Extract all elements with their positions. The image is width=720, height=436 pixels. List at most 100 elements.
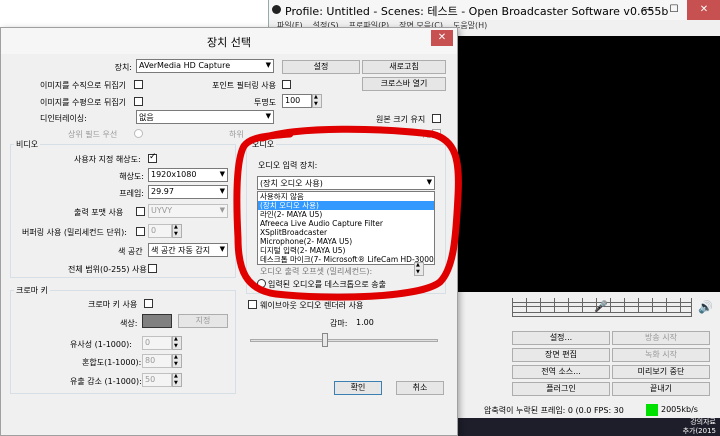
flip-horizontal-checkbox[interactable] xyxy=(134,97,143,106)
speaker-icon[interactable]: 🔊 xyxy=(698,300,713,314)
similarity-input[interactable]: 0 xyxy=(142,336,172,350)
menu-help[interactable]: 도움말(H) xyxy=(453,20,487,34)
deinterlace-select[interactable]: 없음 ▼ xyxy=(136,110,274,124)
obs-app-icon xyxy=(272,5,281,14)
flip-horizontal-label: 이미지를 수평으로 뒤집기 xyxy=(40,98,127,107)
settings-button[interactable]: 설정... xyxy=(512,331,610,345)
minimize-icon[interactable]: — xyxy=(635,0,661,20)
blend-stepper[interactable] xyxy=(172,354,182,368)
bitrate-text: 2005kb/s xyxy=(661,405,698,414)
device-label: 장치: xyxy=(114,63,132,72)
custom-resolution-label: 사용자 지정 해상도: xyxy=(74,155,141,164)
audio-option[interactable]: (장치 오디오 사용) xyxy=(258,201,434,210)
custom-resolution-checkbox[interactable] xyxy=(148,152,157,163)
chevron-down-icon: ▼ xyxy=(219,206,225,214)
flip-vertical-checkbox[interactable] xyxy=(134,80,143,89)
bottom-field-label: 하위 xyxy=(229,130,244,139)
opacity-label: 투명도 xyxy=(254,98,277,107)
close-icon[interactable]: ✕ xyxy=(687,0,720,20)
audio-option[interactable]: 사용하지 않음 xyxy=(258,192,434,201)
spill-reduction-stepper[interactable] xyxy=(172,373,182,387)
audio-option[interactable]: Afreeca Live Audio Capture Filter xyxy=(258,219,434,228)
cancel-button[interactable]: 취소 xyxy=(396,381,444,395)
opacity-stepper[interactable] xyxy=(312,94,322,108)
audio-option[interactable]: 디지털 입력(2- MAYA U5) xyxy=(258,246,434,255)
similarity-stepper[interactable] xyxy=(172,336,182,350)
chevron-down-icon: ▼ xyxy=(219,170,225,178)
chevron-down-icon: ▼ xyxy=(219,187,225,195)
partial-use-checkbox[interactable] xyxy=(432,129,441,138)
keep-source-size-checkbox[interactable] xyxy=(432,114,441,123)
configure-button[interactable]: 설정 xyxy=(282,60,360,74)
dialog-titlebar: 장치 선택 ✕ xyxy=(1,28,457,54)
full-range-checkbox[interactable] xyxy=(148,264,157,273)
audio-option[interactable]: 라인(2- MAYA U5) xyxy=(258,210,434,219)
top-field-first-label: 상위 필드 우선 xyxy=(68,130,118,139)
audio-input-dropdown-list: 사용하지 않음 (장치 오디오 사용) 라인(2- MAYA U5) Afreeca … xyxy=(257,191,435,265)
volume-slider-thumb[interactable] xyxy=(322,333,328,347)
chevron-down-icon: ▼ xyxy=(265,61,271,69)
chroma-key-group-title: 크로마 키 xyxy=(14,285,50,296)
output-format-select[interactable]: UYVY ▼ xyxy=(148,204,228,218)
blend-label: 혼합도(1-1000): xyxy=(82,358,142,367)
volume-label: 감마: xyxy=(330,319,348,328)
waveout-checkbox[interactable] xyxy=(248,300,257,309)
chevron-down-icon: ▼ xyxy=(219,245,225,253)
resolution-select[interactable]: 1920x1080 ▼ xyxy=(148,168,228,182)
microphone-icon[interactable]: 🎤 xyxy=(594,300,608,313)
spill-reduction-input[interactable]: 50 xyxy=(142,373,172,387)
buffering-input[interactable]: 0 xyxy=(148,224,172,238)
audio-offset-stepper[interactable] xyxy=(414,262,424,276)
audio-option[interactable]: 데스크톱 마이크(7- Microsoft® LifeCam HD-3000) xyxy=(258,255,434,264)
chevron-down-icon: ▼ xyxy=(426,178,432,186)
buffering-stepper[interactable] xyxy=(172,224,182,238)
full-range-label: 전체 범위(0-255) 사용 xyxy=(68,265,147,274)
audio-option[interactable]: XSplitBroadcaster xyxy=(258,228,434,237)
start-streaming-button[interactable]: 방송 시작 xyxy=(612,331,710,345)
color-label: 색상: xyxy=(120,319,138,328)
desktop-output-label: 입력된 오디오를 데스크톱으로 송출 xyxy=(268,280,387,289)
color-space-label: 색 공간 xyxy=(118,247,143,256)
bitrate-indicator xyxy=(646,404,658,416)
refresh-button[interactable]: 새로고침 xyxy=(362,60,446,74)
device-select[interactable]: AVerMedia HD Capture ▼ xyxy=(136,59,274,73)
volume-slider-track[interactable] xyxy=(250,339,438,342)
desktop-output-radio[interactable] xyxy=(257,279,266,288)
blend-input[interactable]: 80 xyxy=(142,354,172,368)
audio-group-title: 오디오 xyxy=(250,139,277,150)
ok-button[interactable]: 확인 xyxy=(334,381,382,395)
chroma-key-checkbox[interactable] xyxy=(144,299,153,308)
dropped-frames-text: 압축력이 누락된 프레임: 0 (0.0 FPS: 30 xyxy=(484,406,624,415)
keep-source-size-label: 원본 크기 유지 xyxy=(376,115,426,124)
audio-option[interactable]: Microphone(2- MAYA U5) xyxy=(258,237,434,246)
color-space-select[interactable]: 색 공간 자동 감지 ▼ xyxy=(148,243,228,257)
global-sources-button[interactable]: 전역 소스... xyxy=(512,365,610,379)
maximize-icon[interactable]: ☐ xyxy=(661,0,687,20)
edit-scene-button[interactable]: 장면 편집 xyxy=(512,348,610,362)
point-filter-checkbox[interactable] xyxy=(282,80,291,89)
opacity-input[interactable]: 100 xyxy=(282,94,312,108)
taskbar-strip: 강의자료 추가(2015 xyxy=(456,418,720,436)
dialog-title: 장치 선택 xyxy=(207,36,251,49)
fps-select[interactable]: 29.97 ▼ xyxy=(148,185,228,199)
obs-titlebar: Profile: Untitled - Scenes: 테스트 - Open B… xyxy=(269,0,720,20)
plugins-button[interactable]: 플러그인 xyxy=(512,382,610,396)
audio-input-select[interactable]: (장치 오디오 사용) ▼ xyxy=(257,176,435,190)
chevron-down-icon: ▼ xyxy=(265,112,271,120)
volume-value: 1.00 xyxy=(356,318,374,327)
output-format-checkbox[interactable] xyxy=(136,207,145,216)
close-icon[interactable]: ✕ xyxy=(431,30,453,46)
partial-use-label: 사용 xyxy=(418,130,433,139)
top-field-first-radio[interactable] xyxy=(134,129,143,138)
start-recording-button[interactable]: 녹화 시작 xyxy=(612,348,710,362)
buffering-checkbox[interactable] xyxy=(136,227,145,236)
stop-preview-button[interactable]: 미리보기 중단 xyxy=(612,365,710,379)
open-crossbar-button[interactable]: 크로스바 열기 xyxy=(362,77,446,91)
specify-color-button[interactable]: 지정 xyxy=(178,314,228,328)
exit-button[interactable]: 끝내기 xyxy=(612,382,710,396)
resolution-label: 해상도: xyxy=(119,172,144,181)
audio-offset-label: 오디오 출력 오프셋 (밀리세컨드): xyxy=(260,267,373,276)
chroma-color-swatch[interactable] xyxy=(142,314,172,328)
deinterlace-label: 디인터레이싱: xyxy=(40,114,87,123)
video-group-title: 비디오 xyxy=(14,139,41,150)
